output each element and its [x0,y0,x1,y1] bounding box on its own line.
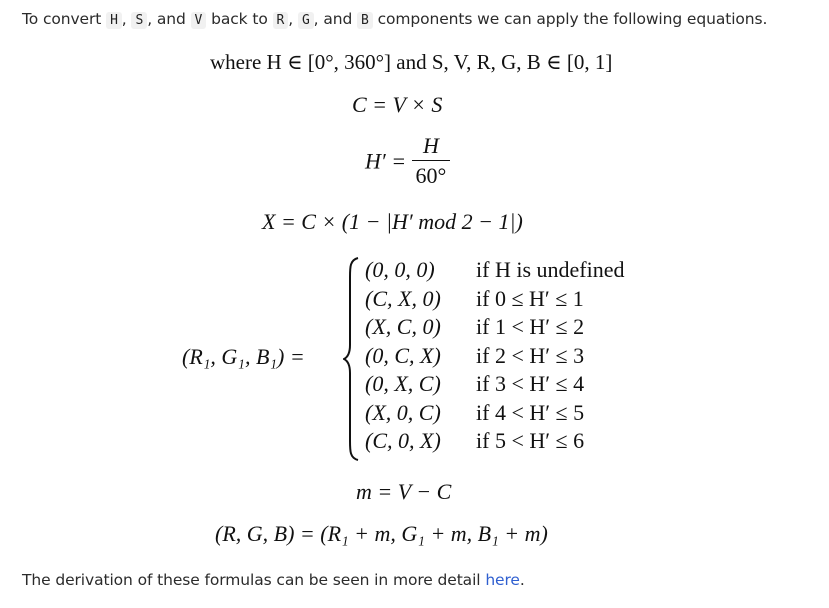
left-brace-icon [343,257,359,461]
chroma-equation: C = V × S [352,92,443,117]
code-v: V [190,12,207,29]
hprime-numerator: H [411,132,451,161]
m-equation: m = V − C [356,479,452,504]
code-r: R [272,12,289,29]
rgb-equation: (R, G, B) = (R₁ + m, G₁ + m, B₁ + m) [215,521,548,546]
hprime-equation: H′ = H 60° [365,132,451,191]
hprime-denominator: 60° [415,163,447,188]
x-equation: X = C × (1 − |H′ mod 2 − 1|) [262,209,523,234]
footer-paragraph: The derivation of these formulas can be … [22,571,525,589]
domain-equation: where H ∈ [0°, 360°] and S, V, R, G, B ∈… [210,50,613,74]
code-b: B [357,12,373,29]
code-h: H [106,12,122,29]
hprime-lhs: H′ = [365,148,407,174]
here-link[interactable]: here [485,571,520,589]
rgb1-lhs: (R₁, G₁, B₁) = [182,344,305,369]
hprime-fraction: H 60° [411,132,451,191]
code-g: G [297,12,314,29]
intro-paragraph: To convert H, S, and V back to R, G, and… [22,10,768,29]
code-s: S [131,12,148,29]
